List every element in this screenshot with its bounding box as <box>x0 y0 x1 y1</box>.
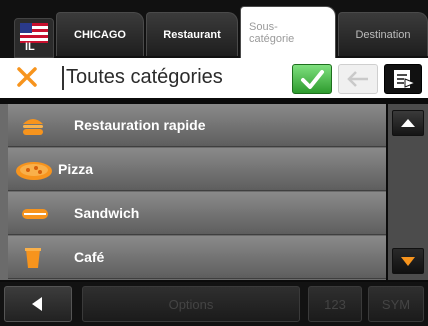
back-button[interactable] <box>4 286 72 322</box>
list-item-label: Restauration rapide <box>74 117 206 133</box>
tab-city[interactable]: CHICAGO <box>56 12 144 56</box>
symbol-label: SYM <box>381 296 411 312</box>
backspace-button[interactable] <box>338 64 378 94</box>
checkmark-icon <box>301 70 324 89</box>
triangle-left-icon <box>32 297 42 311</box>
options-label: Options <box>168 296 214 312</box>
search-input[interactable]: Toutes catégories <box>66 64 223 90</box>
symbol-keyboard-button[interactable]: SYM <box>368 286 424 322</box>
list-item-label: Pizza <box>58 161 94 177</box>
arrow-up-icon <box>401 119 415 127</box>
numeric-keyboard-button[interactable]: 123 <box>308 286 362 322</box>
document-arrow-icon <box>394 70 417 88</box>
tab-subcategory-label-line2: catégorie <box>249 32 295 45</box>
pizza-icon <box>16 162 52 180</box>
scroll-down-button[interactable] <box>392 248 424 274</box>
list-item[interactable]: Pizza <box>8 148 386 191</box>
keyboard-toggle-button[interactable] <box>384 64 422 94</box>
sandwich-icon <box>22 209 48 219</box>
clear-icon[interactable] <box>16 66 38 88</box>
coffee-cup-icon <box>25 248 41 268</box>
text-cursor <box>62 66 64 90</box>
state-label: IL <box>25 41 35 53</box>
tab-subcategory[interactable]: Sous- catégorie <box>240 6 336 58</box>
confirm-button[interactable] <box>292 64 332 94</box>
scroll-up-button[interactable] <box>392 110 424 136</box>
arrow-down-icon <box>401 257 415 266</box>
options-button[interactable]: Options <box>82 286 300 322</box>
numeric-label: 123 <box>324 296 346 312</box>
tab-subcategory-label-line1: Sous- <box>249 20 278 33</box>
tab-destination[interactable]: Destination <box>338 12 428 56</box>
list-item-label: Sandwich <box>74 205 140 221</box>
tab-destination-label: Destination <box>355 28 411 41</box>
list-item[interactable]: Restauration rapide <box>8 104 386 147</box>
tab-category-label: Restaurant <box>163 28 221 41</box>
list-item[interactable]: Café <box>8 236 386 279</box>
list-item[interactable]: Sandwich <box>8 192 386 235</box>
arrow-left-icon <box>347 71 368 87</box>
tab-category[interactable]: Restaurant <box>146 12 238 56</box>
tab-city-label: CHICAGO <box>74 28 126 41</box>
burger-icon <box>23 119 43 135</box>
list-item-label: Café <box>74 249 105 265</box>
tab-state[interactable]: IL <box>14 18 54 58</box>
